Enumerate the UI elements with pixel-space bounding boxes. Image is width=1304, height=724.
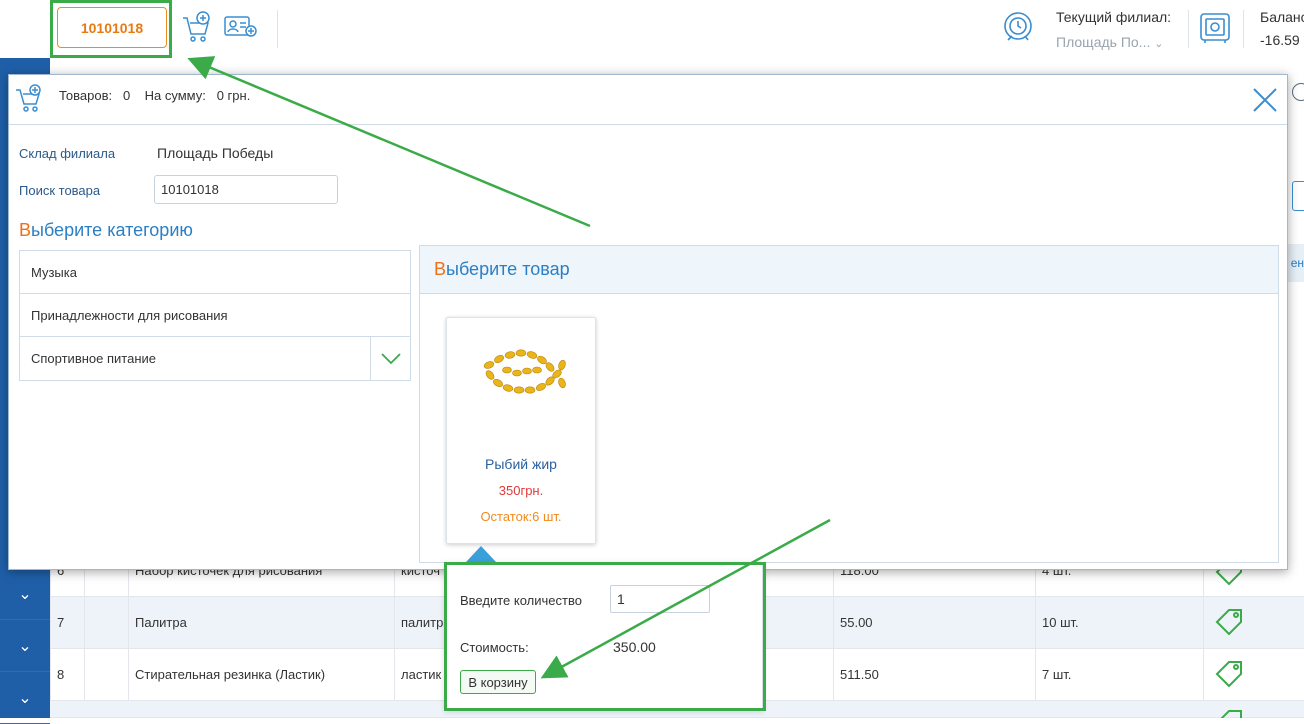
annotation-arrows bbox=[187, 56, 831, 679]
